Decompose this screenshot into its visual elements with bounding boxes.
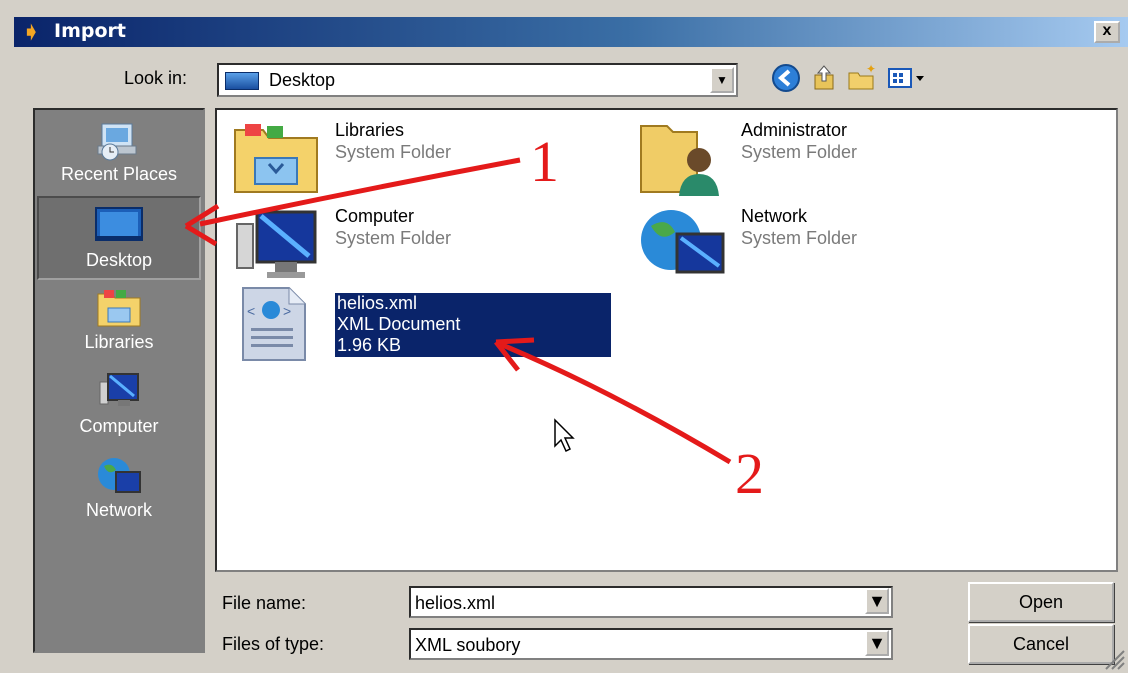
file-name: helios.xml [337,293,418,313]
new-folder-icon[interactable]: ✦ [846,62,878,95]
import-dialog: ➧ Import x Look in: Desktop ▼ ✦ Recent P… [0,0,1128,673]
file-name: Network [741,206,808,226]
up-folder-icon[interactable] [808,63,840,95]
cancel-button[interactable]: Cancel [968,624,1114,664]
resize-grip-icon[interactable] [1100,645,1126,671]
mouse-cursor-icon [554,418,575,453]
network-icon [641,210,725,274]
place-libraries[interactable]: Libraries [37,280,201,364]
recent-places-icon [97,123,137,161]
file-name-label: File name: [222,593,307,613]
libraries-folder-icon [234,124,318,193]
place-label: Computer [79,416,159,436]
place-label: Network [85,500,152,520]
file-type: System Folder [335,142,452,162]
place-network[interactable]: Network [37,448,201,532]
file-name: Computer [335,206,415,226]
desktop-icon [225,72,259,90]
places-bar: Recent Places Desktop Libraries Computer… [33,108,205,653]
open-button[interactable]: Open [968,582,1114,622]
close-button[interactable]: x [1094,21,1120,43]
desktop-icon [95,207,143,241]
file-list[interactable]: Libraries System Folder Administrator Sy… [215,108,1118,572]
list-item[interactable]: Computer System Folder [231,206,591,286]
file-name: Libraries [335,120,405,140]
place-label: Libraries [84,332,154,352]
title-bar[interactable]: ➧ Import x [14,17,1128,47]
computer-icon [99,373,139,406]
svg-text:>: > [283,303,291,319]
svg-text:<: < [247,303,255,319]
look-in-combo[interactable]: Desktop ▼ [217,63,738,97]
place-label: Recent Places [60,164,178,184]
file-type-label: Files of type: [222,634,325,654]
file-name-field[interactable]: helios.xml ▼ [409,586,893,618]
file-type: System Folder [335,228,452,248]
file-size: 1.96 KB [337,335,402,355]
network-icon [98,458,141,493]
file-type: System Folder [741,142,858,162]
libraries-icon [97,290,141,327]
file-name-value: helios.xml [415,593,496,613]
view-menu-icon[interactable] [886,63,930,95]
look-in-value: Desktop [269,70,336,90]
place-computer[interactable]: Computer [37,364,201,448]
place-label: Desktop [85,250,153,270]
import-icon: ➧ [22,19,41,44]
back-icon[interactable] [770,63,802,95]
file-name: Administrator [741,120,848,140]
file-type: XML Document [337,314,461,334]
xml-document-icon: < > [242,287,306,361]
place-recent-places[interactable]: Recent Places [37,112,201,196]
annotation-number-2: 2 [735,441,764,506]
file-type: System Folder [741,228,858,248]
look-in-label: Look in: [124,68,188,88]
computer-icon [236,210,317,278]
selected-file-label[interactable]: helios.xml XML Document 1.96 KB [335,293,611,357]
title-left-edge [0,17,14,47]
svg-text:✦: ✦ [866,63,876,76]
list-item[interactable]: Network System Folder [637,206,977,286]
annotation-number-1: 1 [530,129,559,194]
file-type-value: XML soubory [415,635,521,655]
chevron-down-icon[interactable]: ▼ [865,630,889,656]
window-title: Import [54,20,126,42]
place-desktop[interactable]: Desktop [37,196,201,280]
list-item[interactable]: Administrator System Folder [637,120,977,200]
chevron-down-icon[interactable]: ▼ [710,67,734,93]
user-folder-icon [640,125,719,196]
file-type-select[interactable]: XML soubory ▼ [409,628,893,660]
chevron-down-icon[interactable]: ▼ [865,588,889,614]
